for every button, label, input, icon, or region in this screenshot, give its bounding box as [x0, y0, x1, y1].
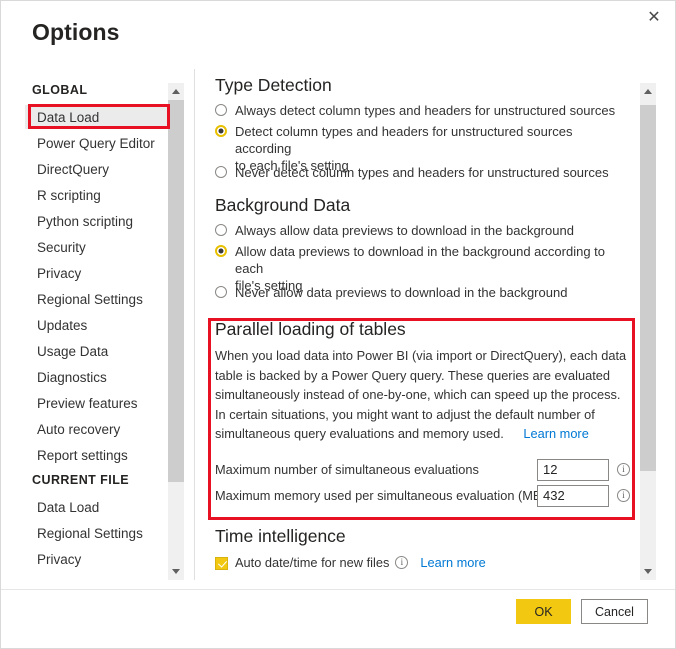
radio-icon-unchecked: [215, 224, 227, 236]
section-title-parallel-loading: Parallel loading of tables: [215, 319, 406, 340]
section-title-time-intelligence: Time intelligence: [215, 526, 346, 547]
sidebar-item-security[interactable]: Security: [25, 235, 169, 259]
radio-option-always-allow-previews[interactable]: Always allow data previews to download i…: [215, 222, 627, 239]
chevron-down-icon: [172, 569, 180, 574]
sidebar-item-updates[interactable]: Updates: [25, 313, 169, 337]
field-row-max-memory: Maximum memory used per simultaneous eva…: [215, 484, 627, 507]
chevron-up-icon: [644, 89, 652, 94]
panel-divider: [194, 69, 195, 580]
field-label: Maximum memory used per simultaneous eva…: [215, 488, 546, 503]
section-title-background-data: Background Data: [215, 195, 350, 216]
sidebar: GLOBAL Data Load Power Query Editor Dire…: [1, 69, 194, 579]
sidebar-item-directquery[interactable]: DirectQuery: [25, 157, 169, 181]
main-scrollbar-thumb[interactable]: [640, 105, 656, 471]
learn-more-link-time-intelligence[interactable]: Learn more: [420, 555, 485, 570]
radio-label: Never allow data previews to download in…: [235, 284, 567, 301]
info-icon-max-memory[interactable]: i: [617, 489, 630, 502]
radio-label: Always allow data previews to download i…: [235, 222, 574, 239]
sidebar-item-current-data-load[interactable]: Data Load: [25, 495, 169, 519]
radio-option-always-detect[interactable]: Always detect column types and headers f…: [215, 102, 627, 119]
field-row-max-evaluations: Maximum number of simultaneous evaluatio…: [215, 458, 627, 481]
sidebar-item-preview-features[interactable]: Preview features: [25, 391, 169, 415]
sidebar-item-regional-settings[interactable]: Regional Settings: [25, 287, 169, 311]
sidebar-scroll-down-arrow-icon[interactable]: [168, 563, 184, 580]
radio-option-never-detect[interactable]: Never detect column types and headers fo…: [215, 164, 627, 181]
radio-label: Never detect column types and headers fo…: [235, 164, 609, 181]
radio-label: Allow data previews to download in the b…: [235, 244, 605, 276]
sidebar-item-privacy[interactable]: Privacy: [25, 261, 169, 285]
info-icon-auto-datetime[interactable]: i: [395, 556, 408, 569]
radio-icon-unchecked: [215, 104, 227, 116]
sidebar-item-python-scripting[interactable]: Python scripting: [25, 209, 169, 233]
sidebar-item-power-query-editor[interactable]: Power Query Editor: [25, 131, 169, 155]
sidebar-item-r-scripting[interactable]: R scripting: [25, 183, 169, 207]
page-title: Options: [32, 19, 120, 46]
sidebar-item-usage-data[interactable]: Usage Data: [25, 339, 169, 363]
radio-label: Detect column types and headers for unst…: [235, 124, 572, 156]
main-scroll-down-arrow-icon[interactable]: [640, 563, 656, 580]
info-icon-max-evaluations[interactable]: i: [617, 463, 630, 476]
section-title-type-detection: Type Detection: [215, 75, 332, 96]
sidebar-item-data-load[interactable]: Data Load: [25, 105, 169, 129]
options-dialog: Options ✕ GLOBAL Data Load Power Query E…: [0, 0, 676, 649]
max-memory-per-evaluation-input[interactable]: [537, 485, 609, 507]
radio-icon-unchecked: [215, 166, 227, 178]
sidebar-item-current-privacy[interactable]: Privacy: [25, 547, 169, 571]
parallel-loading-description-block: When you load data into Power BI (via im…: [215, 346, 629, 444]
checkbox-icon-checked[interactable]: [215, 557, 228, 570]
sidebar-item-current-regional-settings[interactable]: Regional Settings: [25, 521, 169, 545]
dialog-titlebar: Options ✕: [1, 1, 676, 61]
main-panel-scrollbar[interactable]: [640, 83, 656, 580]
sidebar-item-report-settings[interactable]: Report settings: [25, 443, 169, 467]
cancel-button[interactable]: Cancel: [581, 599, 648, 624]
radio-label: Always detect column types and headers f…: [235, 102, 615, 119]
main-panel: Type Detection Always detect column type…: [208, 69, 632, 579]
sidebar-item-auto-recovery[interactable]: Auto recovery: [25, 417, 169, 441]
radio-icon-unchecked: [215, 286, 227, 298]
sidebar-scrollbar-thumb[interactable]: [168, 100, 184, 482]
checkbox-row-auto-datetime[interactable]: Auto date/time for new files i Learn mor…: [215, 555, 486, 570]
checkbox-label-auto-datetime: Auto date/time for new files: [235, 555, 389, 570]
sidebar-section-header-global: GLOBAL: [1, 83, 87, 97]
radio-option-never-allow-previews[interactable]: Never allow data previews to download in…: [215, 284, 627, 301]
footer-divider: [1, 589, 676, 590]
sidebar-item-diagnostics[interactable]: Diagnostics: [25, 365, 169, 389]
sidebar-scrollbar[interactable]: [168, 83, 184, 580]
field-label: Maximum number of simultaneous evaluatio…: [215, 462, 479, 477]
max-simultaneous-evaluations-input[interactable]: [537, 459, 609, 481]
sidebar-section-header-current-file: CURRENT FILE: [1, 473, 129, 487]
close-icon[interactable]: ✕: [635, 3, 673, 33]
learn-more-link-parallel[interactable]: Learn more: [523, 426, 588, 441]
chevron-up-icon: [172, 89, 180, 94]
ok-button[interactable]: OK: [516, 599, 571, 624]
sidebar-scroll-up-arrow-icon[interactable]: [168, 83, 184, 100]
main-scroll-up-arrow-icon[interactable]: [640, 83, 656, 100]
radio-icon-checked: [215, 245, 227, 257]
sidebar-item-current-auto-recovery[interactable]: Auto recovery: [25, 573, 169, 579]
chevron-down-icon: [644, 569, 652, 574]
radio-icon-checked: [215, 125, 227, 137]
